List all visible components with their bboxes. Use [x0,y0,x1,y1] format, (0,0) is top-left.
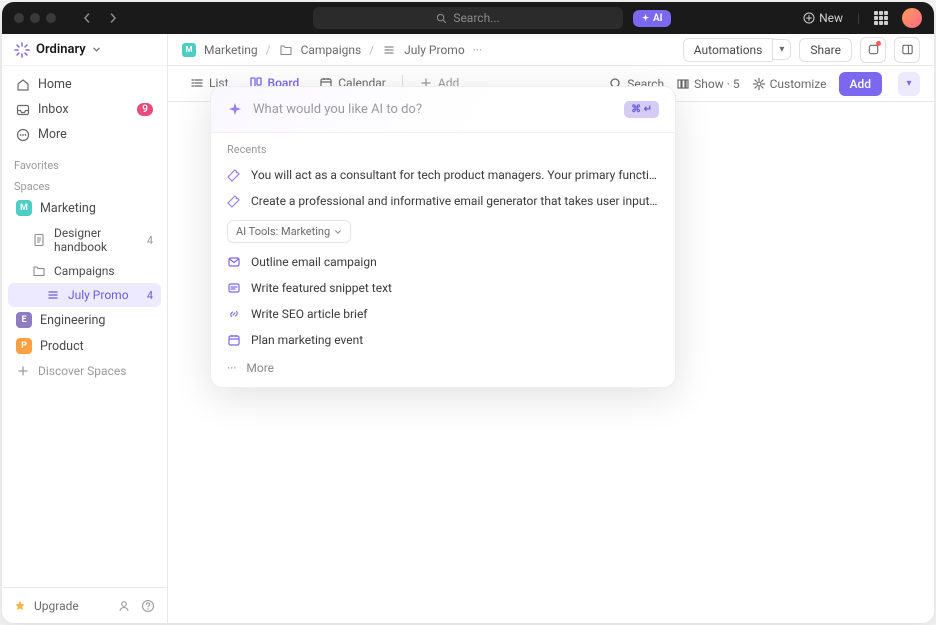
sidebar: Ordinary Home Inbox 9 More Favorites [2,34,168,623]
gear-icon [752,77,766,91]
link-icon [227,307,241,321]
space-badge: M [16,200,32,216]
add-task-button[interactable]: Add [839,72,882,96]
space-product[interactable]: P Product [8,333,161,359]
breadcrumb-list[interactable]: July Promo [404,43,465,57]
nav-forward[interactable] [102,7,124,29]
chevron-down-icon [334,228,342,236]
new-button[interactable]: New [803,11,843,25]
nav-more[interactable]: More [8,122,161,147]
nav-inbox[interactable]: Inbox 9 [8,97,161,122]
titlebar: Search... AI New | [2,2,934,34]
folder-icon [279,43,293,57]
workspace-logo-icon [14,42,30,58]
help-icon[interactable] [141,599,155,613]
breadcrumb-sep: / [369,43,374,57]
workspace-switcher[interactable]: Ordinary [2,34,167,66]
calendar-icon [227,333,241,347]
doc-icon [32,233,46,247]
home-icon [16,78,30,92]
tree-july-promo[interactable]: July Promo 4 [8,283,161,307]
show-columns-button[interactable]: Show · 5 [676,77,739,91]
breadcrumb-sep: / [266,43,271,57]
recent-prompt-item[interactable]: Create a professional and informative em… [211,188,675,214]
tree-designer-handbook[interactable]: Designer handbook 4 [8,221,161,259]
sidebar-footer: Upgrade [2,587,167,623]
snippet-icon [227,281,241,295]
more-dots-icon: ··· [227,361,236,375]
sidebar-toggle-button[interactable] [894,37,920,63]
close-dot[interactable] [14,13,24,23]
recents-label: Recents [211,133,675,162]
search-placeholder: Search... [453,11,499,25]
ai-panel: What would you like AI to do? ⌘ ↵ Recent… [210,86,676,388]
nav-back[interactable] [76,7,98,29]
breadcrumb-space-icon: M [182,43,196,57]
notif-dot [876,41,881,46]
ai-tool-item[interactable]: Plan marketing event [211,327,675,353]
mail-icon [227,255,241,269]
customize-button[interactable]: Customize [752,77,827,91]
ai-input-placeholder: What would you like AI to do? [253,102,614,117]
wand-icon [227,168,241,182]
wand-icon [227,194,241,208]
spaces-label: Spaces [2,174,167,195]
automations-button[interactable]: Automations [683,38,774,62]
breadcrumb-bar: M Marketing / Campaigns / July Promo ···… [168,34,934,66]
breadcrumb-folder[interactable]: Campaigns [301,43,362,57]
app-window: Search... AI New | Ordinary [2,2,934,623]
space-badge: P [16,338,32,354]
breadcrumb-space[interactable]: Marketing [204,43,258,57]
inbox-badge: 9 [137,103,153,116]
maximize-dot[interactable] [46,13,56,23]
main-content: M Marketing / Campaigns / July Promo ···… [168,34,934,623]
inbox-icon [16,103,30,117]
folder-icon [32,264,46,278]
user-avatar[interactable] [902,8,922,28]
space-badge: E [16,312,32,328]
ai-tool-item[interactable]: Outline email campaign [211,249,675,275]
person-icon[interactable] [117,599,131,613]
ai-more-button[interactable]: ··· More [211,353,675,387]
recent-prompt-item[interactable]: You will act as a consultant for tech pr… [211,162,675,188]
discover-spaces[interactable]: Discover Spaces [8,359,161,383]
list-view-icon [190,76,204,90]
space-marketing[interactable]: M Marketing [8,195,161,221]
automations-chevron[interactable]: ▾ [773,39,791,60]
ai-button[interactable]: AI [633,10,671,27]
ai-tool-item[interactable]: Write featured snippet text [211,275,675,301]
list-icon [46,288,60,302]
add-task-chevron[interactable]: ▾ [898,72,920,96]
plus-icon [16,364,30,378]
favorites-label: Favorites [2,153,167,174]
ai-shortcut-badge: ⌘ ↵ [624,101,659,118]
ai-tool-item[interactable]: Write SEO article brief [211,301,675,327]
breadcrumb-more[interactable]: ··· [473,43,482,57]
global-search[interactable]: Search... [313,7,623,29]
nav-home[interactable]: Home [8,72,161,97]
workspace-name: Ordinary [36,42,86,57]
space-engineering[interactable]: E Engineering [8,307,161,333]
sparkle-icon [227,102,243,118]
tree-campaigns[interactable]: Campaigns [8,259,161,283]
share-button[interactable]: Share [799,38,852,62]
more-circle-icon [16,128,30,142]
minimize-dot[interactable] [30,13,40,23]
upgrade-link[interactable]: Upgrade [34,599,79,613]
list-icon [382,43,396,57]
ai-tools-filter[interactable]: AI Tools: Marketing [227,220,351,243]
apps-grid-icon[interactable] [874,11,888,25]
upgrade-icon [14,600,26,612]
traffic-lights [14,13,56,23]
ai-input[interactable]: What would you like AI to do? ⌘ ↵ [211,87,675,133]
notifications-button[interactable] [860,37,886,63]
chevron-down-icon [92,45,101,54]
columns-icon [676,77,690,91]
